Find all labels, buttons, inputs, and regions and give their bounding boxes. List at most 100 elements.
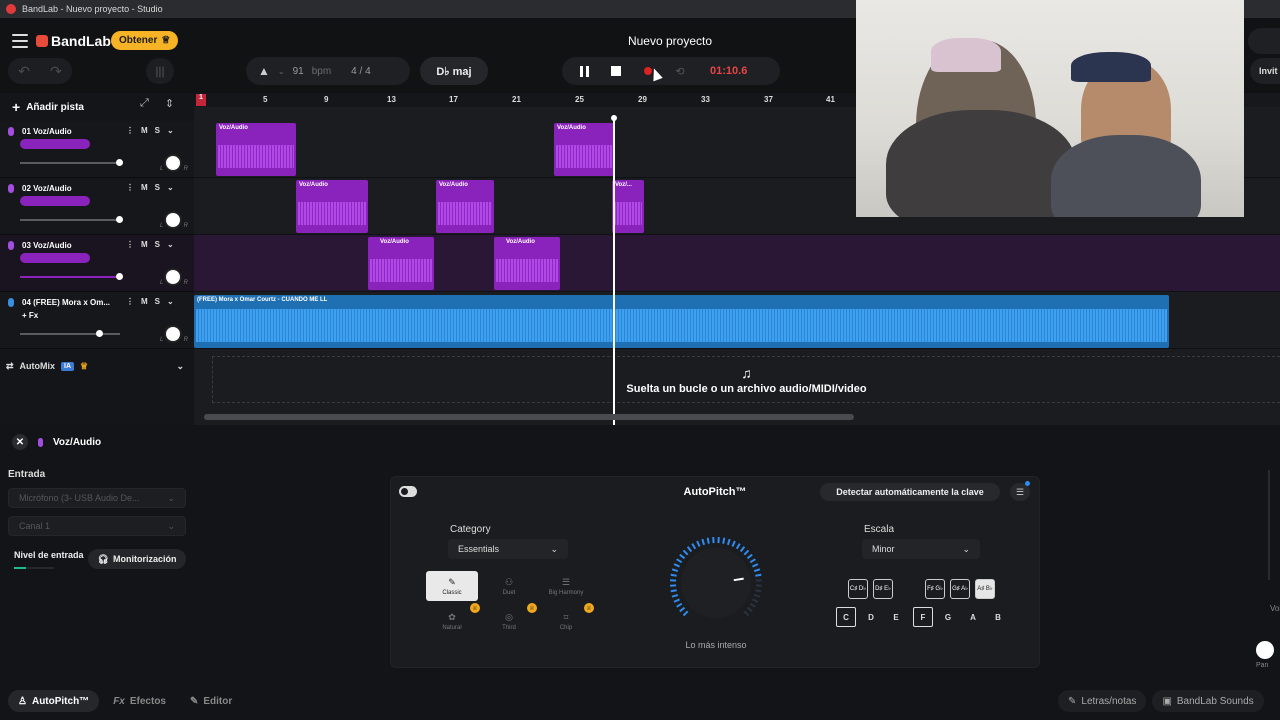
tab-editor[interactable]: ✎ Editor [180,690,242,712]
horizontal-scrollbar[interactable] [204,414,854,420]
channel-select[interactable]: Canal 1 ⌄ [8,516,186,536]
track-name[interactable]: 04 (FREE) Mora x Om... [22,298,110,307]
mute-button[interactable]: M [141,297,148,306]
lane-3[interactable]: Voz/Audio Voz/Audio [194,235,1280,292]
key-f-sharp[interactable]: F♯ G♭ [925,579,945,599]
fit-icon[interactable]: ⇕ [165,97,174,110]
track-header-2[interactable]: 02 Voz/Audio ⋮ M S ⌄ LR [0,178,194,235]
track-header-4[interactable]: 04 (FREE) Mora x Om... ⋮ M S ⌄ + Fx LR [0,292,194,349]
knob-body[interactable] [681,548,751,618]
volume-handle[interactable] [116,159,123,166]
tab-autopitch[interactable]: ♙ AutoPitch™ [8,690,100,712]
redo-icon[interactable]: ↷ [50,63,62,80]
track-header-1[interactable]: 01 Voz/Audio ⋮ M S ⌄ LR [0,121,194,178]
pause-button[interactable] [568,57,600,85]
metronome-icon[interactable]: ▲ [258,64,270,78]
more-icon[interactable]: ⋮ [126,126,134,135]
chevron-down-icon[interactable]: ⌄ [176,361,184,372]
add-fx-button[interactable]: + Fx [22,311,38,320]
scale-select[interactable]: Minor ⌄ [862,539,980,559]
audio-clip[interactable]: Voz/Audio [216,123,296,176]
chevron-down-icon[interactable]: ⌄ [167,126,174,135]
key-button[interactable]: D♭ maj [420,57,488,85]
more-icon[interactable]: ⋮ [126,240,134,249]
timeline-ruler[interactable]: 5 9 13 17 21 25 29 33 37 41 [194,93,856,107]
playhead[interactable] [613,115,615,425]
solo-button[interactable]: S [155,240,160,249]
bandlab-logo[interactable]: BandLab [36,33,111,49]
volume-handle[interactable] [96,330,103,337]
loop-start-marker[interactable]: 1 [196,94,206,106]
key-d-sharp[interactable]: D♯ E♭ [873,579,893,599]
chevron-down-icon[interactable]: ⌄ [167,297,174,306]
volume-handle[interactable] [116,216,123,223]
automation-icon[interactable]: ⤢ [140,97,149,110]
audio-clip[interactable]: Voz/Audio [494,237,560,290]
track-name[interactable]: 02 Voz/Audio [22,184,72,193]
volume-slider[interactable] [20,162,120,164]
mixer-icon[interactable]: ||| [146,58,174,84]
drop-zone[interactable]: ♫ Suelta un bucle o un archivo audio/MID… [212,356,1280,403]
monitoring-button[interactable]: 🎧︎ Monitorización [88,549,186,569]
project-title[interactable]: Nuevo proyecto [560,34,780,48]
volume-slider[interactable] [20,219,120,221]
tab-lyrics[interactable]: ✎ Letras/notas [1058,690,1147,712]
lane-4[interactable]: (FREE) Mora x Omar Courtz - CUANDO ME LL [194,292,1280,349]
preset-duet[interactable]: ⚇ Duet [483,571,535,601]
track-name[interactable]: 01 Voz/Audio [22,127,72,136]
close-icon[interactable]: ✕ [12,434,28,450]
audio-clip[interactable]: Voz/Audio [436,180,494,233]
volume-fader-track[interactable] [1268,470,1270,580]
key-e[interactable]: E [886,607,906,627]
key-b[interactable]: B [988,607,1008,627]
undo-icon[interactable]: ↶ [18,63,30,80]
audio-clip[interactable]: Voz/... [612,180,644,233]
key-c[interactable]: C [836,607,856,627]
globe-icon[interactable] [1248,28,1280,54]
key-g-sharp[interactable]: G♯ A♭ [950,579,970,599]
solo-button[interactable]: S [155,297,160,306]
key-c-sharp[interactable]: C♯ D♭ [848,579,868,599]
volume-slider[interactable] [20,333,120,335]
chevron-down-icon[interactable]: ⌄ [167,183,174,192]
automix-row[interactable]: ⇄ AutoMix IA ♕ ⌄ [0,352,194,380]
intensity-knob-graphic[interactable] [660,528,780,638]
add-track-button[interactable]: + Añadir pista [6,96,84,118]
key-a[interactable]: A [963,607,983,627]
effects-pill[interactable] [20,139,90,149]
preset-big-harmony[interactable]: ☰ Big Harmony [540,571,592,601]
effects-pill[interactable] [20,196,90,206]
volume-handle[interactable] [116,273,123,280]
volume-slider[interactable] [20,276,120,278]
autopitch-toggle[interactable] [399,486,417,497]
pan-knob[interactable] [1256,641,1274,659]
intensity-knob[interactable] [660,528,780,638]
key-g[interactable]: G [938,607,958,627]
detect-key-button[interactable]: Detectar automáticamente la clave [820,483,1000,501]
chevron-down-icon[interactable]: ⌄ [278,67,285,76]
playhead-handle[interactable] [611,115,617,121]
input-device-select[interactable]: Micrófono (3- USB Audio De... ⌄ [8,488,186,508]
tab-bandlab-sounds[interactable]: ▣ BandLab Sounds [1152,690,1264,712]
audio-clip[interactable]: Voz/Audio [554,123,614,176]
solo-button[interactable]: S [155,183,160,192]
key-a-sharp[interactable]: A♯ B♭ [975,579,995,599]
solo-button[interactable]: S [155,126,160,135]
track-name[interactable]: 03 Voz/Audio [22,241,72,250]
bpm-value[interactable]: 91 [293,66,304,77]
obtener-button[interactable]: Obtener ♕ [111,31,179,50]
mute-button[interactable]: M [141,240,148,249]
stop-button[interactable] [600,57,632,85]
key-f[interactable]: F [913,607,933,627]
mute-button[interactable]: M [141,126,148,135]
time-signature[interactable]: 4 / 4 [351,66,370,77]
menu-icon[interactable] [12,34,28,48]
track-header-3[interactable]: 03 Voz/Audio ⋮ M S ⌄ LR [0,235,194,292]
beat-clip[interactable]: (FREE) Mora x Omar Courtz - CUANDO ME LL [194,295,1169,348]
invite-button[interactable]: Invit [1250,58,1280,84]
loop-icon[interactable]: ⟲ [664,57,696,85]
more-icon[interactable]: ⋮ [126,183,134,192]
chevron-down-icon[interactable]: ⌄ [167,240,174,249]
effects-pill[interactable] [20,253,90,263]
category-select[interactable]: Essentials ⌄ [448,539,568,559]
